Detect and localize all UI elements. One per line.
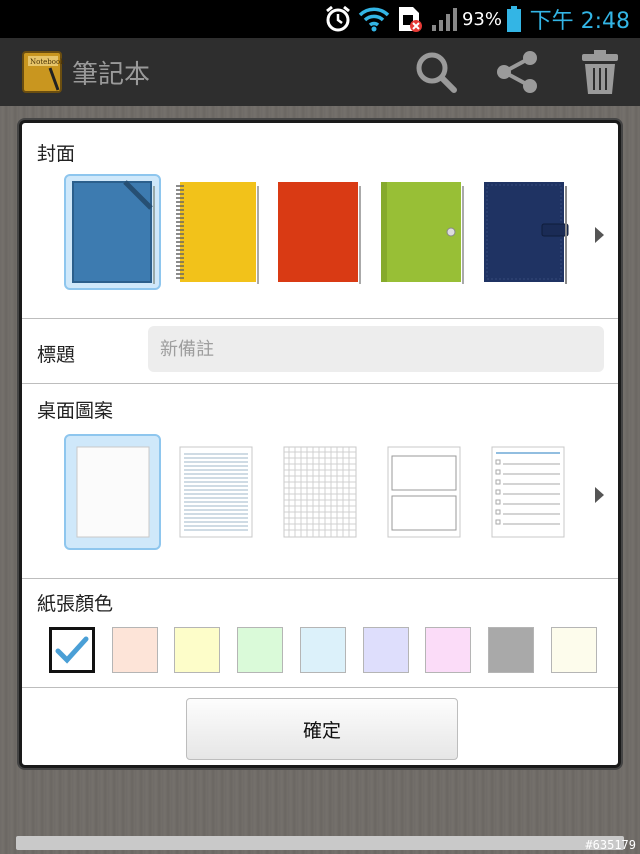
pattern-grid[interactable]	[283, 446, 357, 538]
paper-color-swatch[interactable]	[363, 627, 409, 673]
divider	[22, 687, 618, 688]
divider	[22, 578, 618, 579]
pattern-checklist[interactable]	[491, 446, 565, 538]
signal-icon	[430, 0, 460, 38]
cover-yellow-spiral[interactable]	[174, 180, 260, 286]
search-icon[interactable]	[412, 48, 460, 96]
paper-color-swatch[interactable]	[112, 627, 158, 673]
paper-color-swatch[interactable]	[488, 627, 534, 673]
paper-color-swatch[interactable]	[237, 627, 283, 673]
notebook-app-icon[interactable]: Notebook	[22, 50, 65, 94]
cover-navy[interactable]	[482, 180, 572, 286]
cover-next-arrow-icon[interactable]	[595, 227, 604, 243]
confirm-button[interactable]: 確定	[186, 698, 458, 760]
divider	[22, 318, 618, 319]
sim-card-error-icon	[396, 0, 424, 38]
paper-color-label: 紙張顏色	[37, 593, 114, 615]
new-notebook-dialog: 封面 標題 桌面圖案	[19, 120, 621, 768]
paper-color-swatch[interactable]	[300, 627, 346, 673]
battery-percent: 93%	[461, 8, 502, 30]
svg-text:Notebook: Notebook	[30, 58, 64, 66]
pattern-next-arrow-icon[interactable]	[595, 487, 604, 503]
cover-blue[interactable]	[71, 180, 155, 286]
cover-green[interactable]	[379, 180, 465, 286]
title-input[interactable]	[148, 326, 604, 372]
share-icon[interactable]	[494, 48, 542, 96]
status-bar: 93% 下午 2:48	[0, 0, 640, 38]
pattern-two-boxes[interactable]	[387, 446, 461, 538]
action-bar: Notebook 筆記本	[0, 38, 640, 106]
paper-color-swatch[interactable]	[49, 627, 95, 673]
cover-label: 封面	[37, 143, 76, 165]
checkmark-icon	[55, 636, 89, 664]
pattern-blank[interactable]	[76, 446, 150, 538]
pattern-label: 桌面圖案	[37, 400, 114, 422]
paper-color-swatch[interactable]	[551, 627, 597, 673]
wifi-icon	[358, 0, 390, 38]
bottom-paper-edge	[16, 836, 624, 850]
app-title: 筆記本	[72, 59, 151, 90]
paper-color-swatch[interactable]	[174, 627, 220, 673]
pattern-lined[interactable]	[179, 446, 253, 538]
paper-color-swatch[interactable]	[425, 627, 471, 673]
title-label: 標題	[37, 344, 76, 366]
watermark: #635179	[585, 838, 636, 852]
divider	[22, 383, 618, 384]
alarm-icon	[324, 0, 352, 38]
trash-icon[interactable]	[576, 48, 624, 96]
battery-icon	[506, 0, 522, 38]
clock: 下午 2:48	[529, 9, 630, 34]
cover-red[interactable]	[276, 180, 362, 286]
